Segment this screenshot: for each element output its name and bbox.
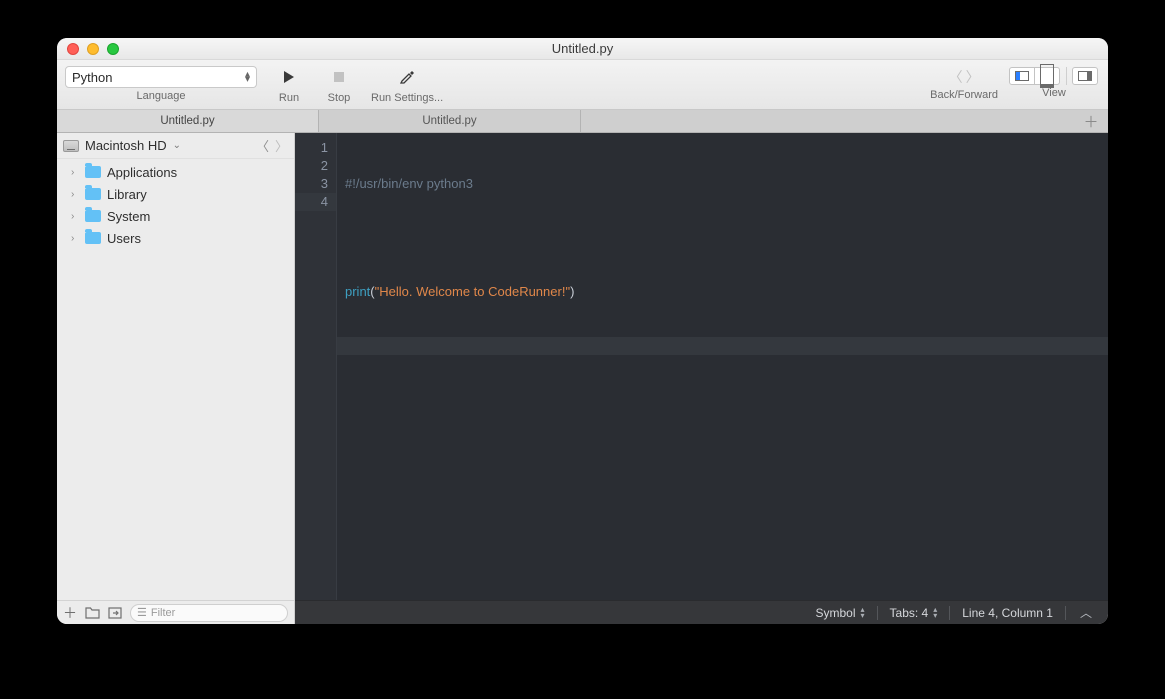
new-tab-button[interactable]: ＋ xyxy=(1080,110,1102,132)
toolbar: Python ▴▾ Language Run Stop Run Settings… xyxy=(57,60,1108,110)
folder-icon xyxy=(85,232,101,244)
sidebar-path-header[interactable]: Macintosh HD ⌄ 〈 〉 xyxy=(57,133,294,159)
gutter: 1 2 3 4 xyxy=(295,133,337,600)
close-icon[interactable] xyxy=(67,43,79,55)
tab-untitled-inactive[interactable]: Untitled.py xyxy=(319,110,581,132)
code-area[interactable]: #!/usr/bin/env python3 print("Hello. Wel… xyxy=(337,133,1108,600)
chevron-down-icon: ⌄ xyxy=(173,140,181,151)
traffic-lights xyxy=(67,43,119,55)
sidebar-root-name: Macintosh HD xyxy=(85,138,167,153)
run-settings-label: Run Settings... xyxy=(371,92,443,104)
tabs-menu[interactable]: Tabs: 4 ▴▾ xyxy=(878,601,950,624)
sidebar-back-button[interactable]: 〈 xyxy=(256,136,269,155)
run-settings-button[interactable] xyxy=(389,64,425,90)
view-right-panel-button[interactable] xyxy=(1072,67,1098,85)
caret-right-icon: › xyxy=(71,167,81,178)
view-bottom-panel-button[interactable] xyxy=(1034,67,1060,85)
run-label: Run xyxy=(279,92,299,104)
language-label: Language xyxy=(137,90,186,102)
symbol-menu[interactable]: Symbol ▴▾ xyxy=(804,601,877,624)
stop-button xyxy=(321,64,357,90)
add-button[interactable]: ＋ xyxy=(63,603,77,623)
caret-right-icon: › xyxy=(71,189,81,200)
divider xyxy=(1066,67,1067,85)
back-forward-label: Back/Forward xyxy=(930,89,998,101)
sidebar-nav: 〈 〉 xyxy=(256,136,288,155)
tree-item-users[interactable]: › Users xyxy=(57,227,294,249)
tree-item-label: Users xyxy=(107,231,141,246)
code-line: #!/usr/bin/env python3 xyxy=(345,176,473,191)
tree-item-label: Applications xyxy=(107,165,177,180)
code-token-func: print xyxy=(345,284,370,299)
minimize-icon[interactable] xyxy=(87,43,99,55)
updown-icon: ▴▾ xyxy=(861,607,865,619)
cursor-position[interactable]: Line 4, Column 1 xyxy=(950,601,1065,624)
forward-button[interactable]: 〉 xyxy=(966,67,980,87)
tab-untitled-active[interactable]: Untitled.py xyxy=(57,110,319,132)
tree-item-applications[interactable]: › Applications xyxy=(57,161,294,183)
zoom-icon[interactable] xyxy=(107,43,119,55)
open-in-button[interactable] xyxy=(108,607,122,619)
filter-input[interactable]: ☰ Filter xyxy=(130,604,288,622)
updown-icon: ▴▾ xyxy=(933,607,937,619)
tabs-label: Tabs: 4 xyxy=(890,606,929,620)
expand-console-button[interactable]: ︿ xyxy=(1066,601,1098,624)
select-arrows-icon: ▴▾ xyxy=(245,72,250,82)
folder-icon xyxy=(85,188,101,200)
language-selected-value: Python xyxy=(72,70,112,85)
code-editor[interactable]: 1 2 3 4 #!/usr/bin/env python3 print("He… xyxy=(295,133,1108,600)
line-number: 3 xyxy=(295,175,328,193)
filter-icon: ☰ xyxy=(137,606,147,619)
view-left-panel-button[interactable] xyxy=(1009,67,1035,85)
filter-placeholder: Filter xyxy=(151,607,175,619)
tab-bar: Untitled.py Untitled.py ＋ xyxy=(57,110,1108,133)
view-label: View xyxy=(1042,87,1066,99)
file-browser-sidebar: Macintosh HD ⌄ 〈 〉 › Applications › Libr… xyxy=(57,133,295,600)
chevron-up-icon: ︿ xyxy=(1080,604,1092,621)
tab-label: Untitled.py xyxy=(160,115,214,127)
code-token-paren: ) xyxy=(570,284,574,299)
line-number: 1 xyxy=(295,139,328,157)
back-button[interactable]: 〈 xyxy=(949,67,963,87)
code-token-string: "Hello. Welcome to CodeRunner!" xyxy=(375,284,570,299)
symbol-label: Symbol xyxy=(816,606,856,620)
sidebar-forward-button: 〉 xyxy=(275,136,288,155)
tree-item-label: System xyxy=(107,209,150,224)
folder-icon xyxy=(85,210,101,222)
titlebar[interactable]: Untitled.py xyxy=(57,38,1108,60)
harddrive-icon xyxy=(63,140,79,152)
position-label: Line 4, Column 1 xyxy=(962,606,1053,620)
app-window: Untitled.py Python ▴▾ Language Run Stop xyxy=(57,38,1108,624)
tree-item-label: Library xyxy=(107,187,147,202)
line-number: 2 xyxy=(295,157,328,175)
window-title: Untitled.py xyxy=(552,41,613,56)
tree-item-library[interactable]: › Library xyxy=(57,183,294,205)
folder-icon xyxy=(85,166,101,178)
caret-right-icon: › xyxy=(71,211,81,222)
tab-label: Untitled.py xyxy=(422,115,476,127)
file-tree: › Applications › Library › System › xyxy=(57,159,294,600)
sidebar-bottom-bar: ＋ ☰ Filter xyxy=(57,600,295,624)
stop-label: Stop xyxy=(328,92,351,104)
language-select[interactable]: Python ▴▾ xyxy=(65,66,257,88)
view-segmented xyxy=(1010,67,1060,85)
run-button[interactable] xyxy=(271,64,307,90)
tree-item-system[interactable]: › System xyxy=(57,205,294,227)
back-forward-group: 〈 〉 xyxy=(949,67,980,87)
status-bar: Symbol ▴▾ Tabs: 4 ▴▾ Line 4, Column 1 ︿ xyxy=(295,600,1108,624)
line-number: 4 xyxy=(295,193,336,211)
caret-right-icon: › xyxy=(71,233,81,244)
new-folder-button[interactable] xyxy=(85,607,100,619)
